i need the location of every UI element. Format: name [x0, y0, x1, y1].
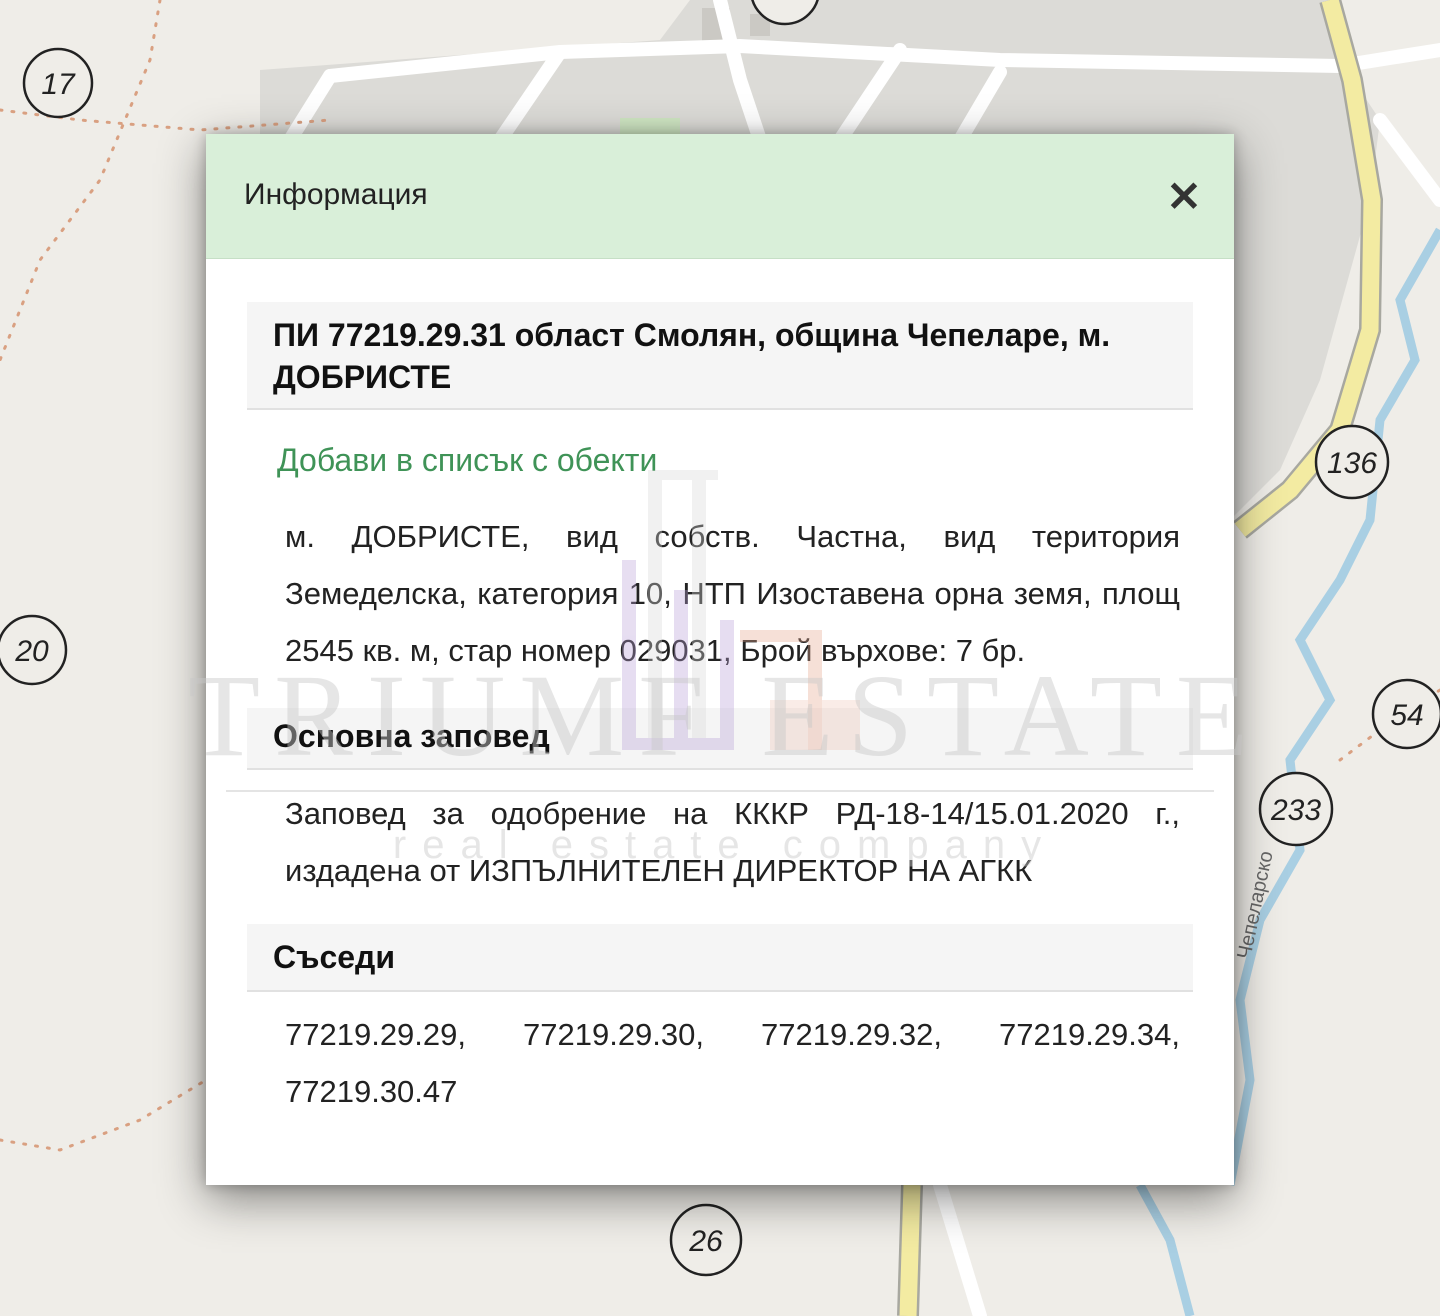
info-dialog: Информация ✕ ПИ 77219.29.31 област Смоля…	[206, 134, 1234, 1185]
map-marker-26[interactable]: 26	[669, 1203, 743, 1277]
map-marker-54[interactable]: 54	[1371, 678, 1440, 750]
main-road	[899, 1184, 921, 1316]
svg-text:54: 54	[1390, 699, 1423, 732]
map-marker-136[interactable]: 136	[1314, 424, 1390, 500]
order-heading: Основна заповед	[247, 708, 1193, 770]
svg-text:17: 17	[41, 68, 76, 101]
svg-text:20: 20	[14, 635, 49, 668]
close-icon: ✕	[1166, 172, 1202, 220]
dialog-title: Информация	[244, 178, 428, 211]
svg-text:136: 136	[1327, 447, 1377, 480]
order-text: Заповед за одобрение на КККР РД-18-14/15…	[285, 796, 1180, 888]
map-marker-20[interactable]: 20	[0, 614, 68, 686]
close-button[interactable]: ✕	[1156, 168, 1212, 224]
neighbors-list: 77219.29.29, 77219.29.30, 77219.29.32, 7…	[285, 1017, 1180, 1109]
svg-text:26: 26	[688, 1225, 723, 1258]
map-marker-233[interactable]: 233	[1258, 771, 1334, 847]
svg-text:233: 233	[1270, 794, 1321, 827]
map-marker-17[interactable]: 17	[22, 47, 94, 119]
parcel-title: ПИ 77219.29.31 област Смолян, община Чеп…	[247, 302, 1193, 410]
parcel-description: м. ДОБРИСТЕ, вид собств. Частна, вид тер…	[285, 519, 1180, 668]
dialog-header: Информация ✕	[206, 134, 1234, 259]
add-to-list-link[interactable]: Добави в списък с обекти	[277, 442, 657, 479]
neighbors-heading: Съседи	[247, 924, 1193, 992]
